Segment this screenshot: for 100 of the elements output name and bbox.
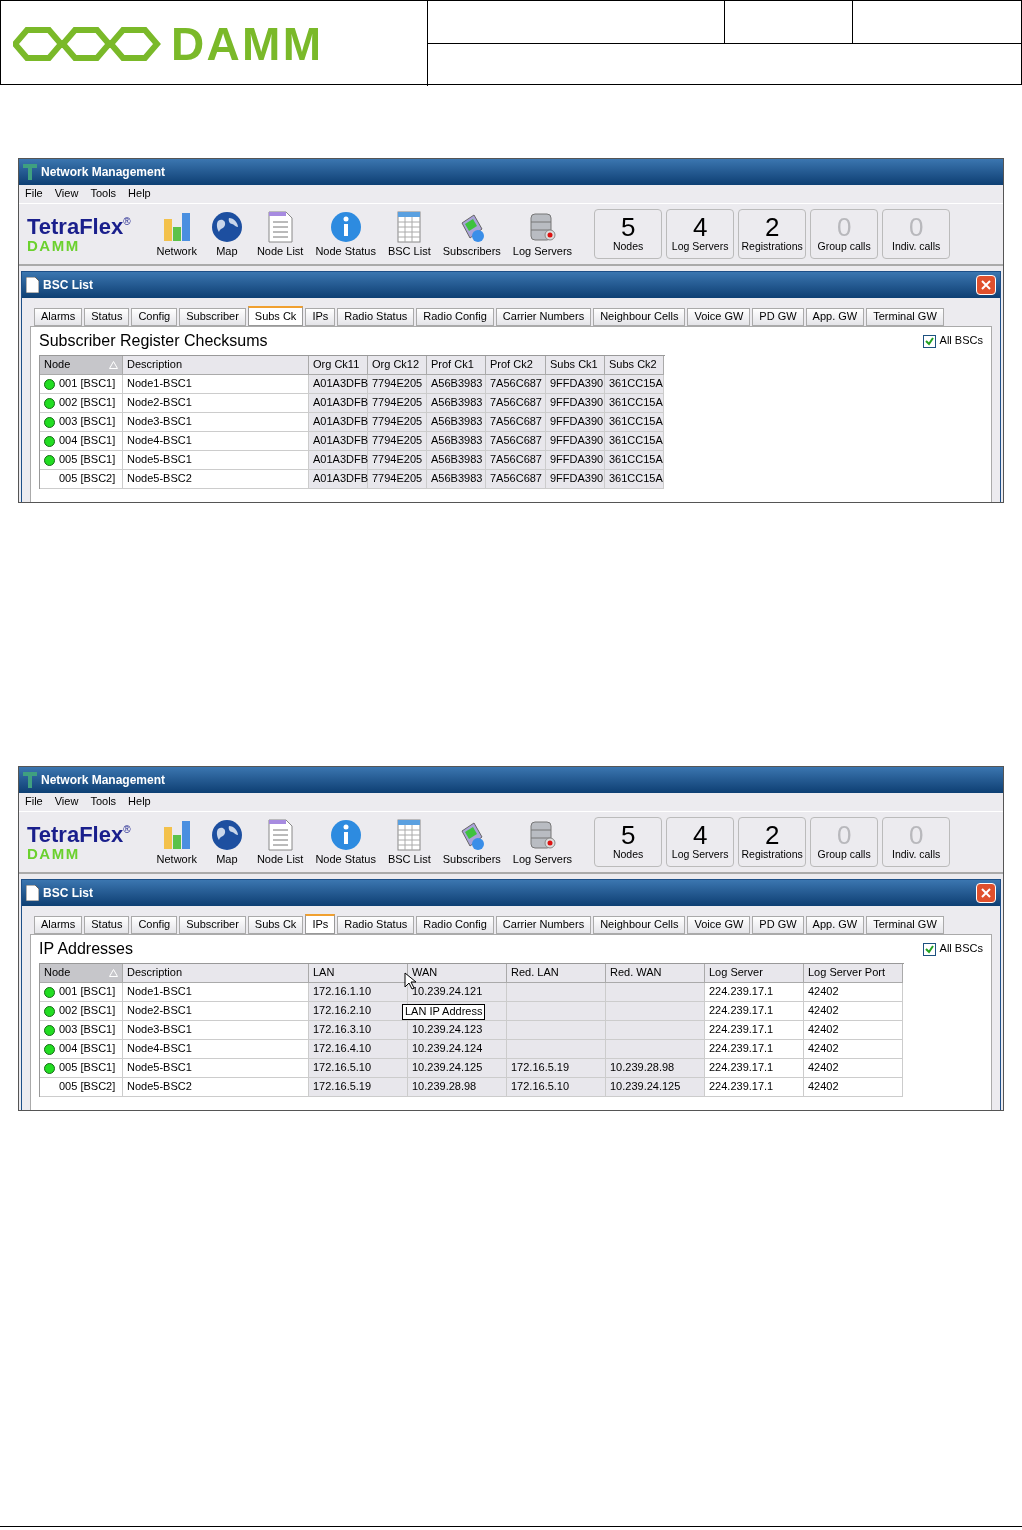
table-cell: A01A3DFB	[309, 394, 368, 413]
table-cell: 7794E205	[368, 375, 427, 394]
toolbar-button[interactable]: BSC List	[381, 817, 437, 867]
table-cell: A01A3DFB	[309, 470, 368, 489]
column-header[interactable]: LAN	[309, 964, 408, 983]
menu-item[interactable]: View	[54, 795, 79, 809]
column-header[interactable]: Prof Ck1	[427, 356, 486, 375]
table-cell: A56B3983	[427, 375, 486, 394]
tab[interactable]: Voice GW	[687, 308, 751, 326]
tab[interactable]: PD GW	[752, 916, 804, 934]
tab[interactable]: Status	[84, 916, 130, 934]
tab[interactable]: Subs Ck	[247, 916, 304, 934]
table-cell: 172.16.5.19	[507, 1059, 606, 1078]
table-cell: Node5-BSC1	[123, 1059, 309, 1078]
table-cell: Node5-BSC2	[123, 470, 309, 489]
all-bscs-checkbox[interactable]: All BSCs	[922, 942, 983, 956]
column-header[interactable]: Prof Ck2	[486, 356, 546, 375]
counter-value: 2	[764, 822, 780, 849]
checkbox[interactable]	[922, 334, 936, 348]
menu-item[interactable]: File	[25, 187, 43, 201]
table-cell: A56B3983	[427, 470, 486, 489]
close-button[interactable]	[976, 275, 996, 295]
toolbar-button[interactable]: Log Servers	[506, 209, 579, 259]
tab[interactable]: Radio Config	[416, 916, 494, 934]
table-cell: 42402	[804, 1078, 903, 1097]
column-header[interactable]: Subs Ck1	[546, 356, 605, 375]
column-header[interactable]: Red. LAN	[507, 964, 606, 983]
column-header[interactable]: Org Ck11	[309, 356, 368, 375]
table-cell: 172.16.1.10	[309, 983, 408, 1002]
toolbar-button[interactable]: BSC List	[381, 209, 437, 259]
toolbar-button[interactable]: Log Servers	[506, 817, 579, 867]
toolbar-button[interactable]: Node Status	[309, 817, 382, 867]
menu-item[interactable]: File	[25, 795, 43, 809]
all-bscs-checkbox[interactable]: All BSCs	[922, 334, 983, 348]
brand-sublogo: DAMM	[27, 845, 81, 861]
counter-label: Registrations	[741, 848, 803, 862]
tab[interactable]: Alarms	[34, 308, 83, 326]
node-cell: 001 [BSC1]	[40, 375, 123, 394]
tab[interactable]: Neighbour Cells	[593, 916, 686, 934]
tab[interactable]: App. GW	[805, 308, 865, 326]
table-cell: 7A56C687	[486, 413, 546, 432]
column-header[interactable]: Node	[40, 964, 123, 983]
column-header[interactable]: Red. WAN	[606, 964, 705, 983]
tab[interactable]: Neighbour Cells	[593, 308, 686, 326]
counter-label: Indiv. calls	[892, 848, 941, 862]
toolbar-button[interactable]: Node List	[250, 209, 310, 259]
tab[interactable]: Config	[131, 916, 178, 934]
table-cell: 10.239.24.123	[408, 1021, 507, 1040]
column-header[interactable]: Subs Ck2	[605, 356, 664, 375]
tab[interactable]: PD GW	[752, 308, 804, 326]
tab[interactable]: IPs	[305, 914, 336, 934]
tab[interactable]: IPs	[305, 308, 336, 326]
column-header[interactable]: Node	[40, 356, 123, 375]
toolbar-button[interactable]: Subscribers	[436, 209, 507, 259]
tab[interactable]: Radio Status	[337, 308, 415, 326]
column-header[interactable]: Log Server	[705, 964, 804, 983]
tab[interactable]: Subs Ck	[247, 306, 304, 326]
node-cell: 005 [BSC1]	[40, 451, 123, 470]
counter-label: Registrations	[741, 240, 803, 254]
menu-item[interactable]: View	[54, 187, 79, 201]
app-icon	[23, 772, 37, 788]
column-header[interactable]: Org Ck12	[368, 356, 427, 375]
table-cell: A01A3DFB	[309, 451, 368, 470]
table-cell: Node3-BSC1	[123, 413, 309, 432]
tab[interactable]: App. GW	[805, 916, 865, 934]
table-cell: 9FFDA390	[546, 394, 605, 413]
tab[interactable]: Subscriber	[179, 308, 246, 326]
table-cell: 172.16.5.10	[507, 1078, 606, 1097]
tab[interactable]: Status	[84, 308, 130, 326]
menu-item[interactable]: Tools	[90, 187, 117, 201]
table-cell: 224.239.17.1	[705, 1059, 804, 1078]
toolbar-button[interactable]: Node List	[250, 817, 310, 867]
menu-item[interactable]: Help	[128, 187, 151, 201]
checkbox[interactable]	[922, 942, 936, 956]
tab[interactable]: Terminal GW	[866, 308, 944, 326]
toolbar-button[interactable]: Network	[150, 817, 203, 867]
toolbar-button[interactable]: Network	[150, 209, 203, 259]
menu-item[interactable]: Help	[128, 795, 151, 809]
tab[interactable]: Radio Config	[416, 308, 494, 326]
table-cell: 224.239.17.1	[705, 1040, 804, 1059]
toolbar-button[interactable]: Map	[202, 817, 251, 867]
node-cell: 003 [BSC1]	[40, 1021, 123, 1040]
table-cell: 361CC15A	[605, 470, 664, 489]
column-header[interactable]: Description	[123, 964, 309, 983]
toolbar-button[interactable]: Node Status	[309, 209, 382, 259]
tab[interactable]: Terminal GW	[866, 916, 944, 934]
tab[interactable]: Voice GW	[687, 916, 751, 934]
column-header[interactable]: Description	[123, 356, 309, 375]
tab[interactable]: Carrier Numbers	[495, 308, 592, 326]
tab[interactable]: Subscriber	[179, 916, 246, 934]
tab[interactable]: Alarms	[34, 916, 83, 934]
toolbar-button[interactable]: Subscribers	[436, 817, 507, 867]
tab[interactable]: Radio Status	[337, 916, 415, 934]
tab[interactable]: Carrier Numbers	[495, 916, 592, 934]
tab[interactable]: Config	[131, 308, 178, 326]
toolbar-button[interactable]: Map	[202, 209, 251, 259]
menu-item[interactable]: Tools	[90, 795, 117, 809]
column-header[interactable]: Log Server Port	[804, 964, 903, 983]
close-button[interactable]	[976, 883, 996, 903]
column-header[interactable]: WAN	[408, 964, 507, 983]
